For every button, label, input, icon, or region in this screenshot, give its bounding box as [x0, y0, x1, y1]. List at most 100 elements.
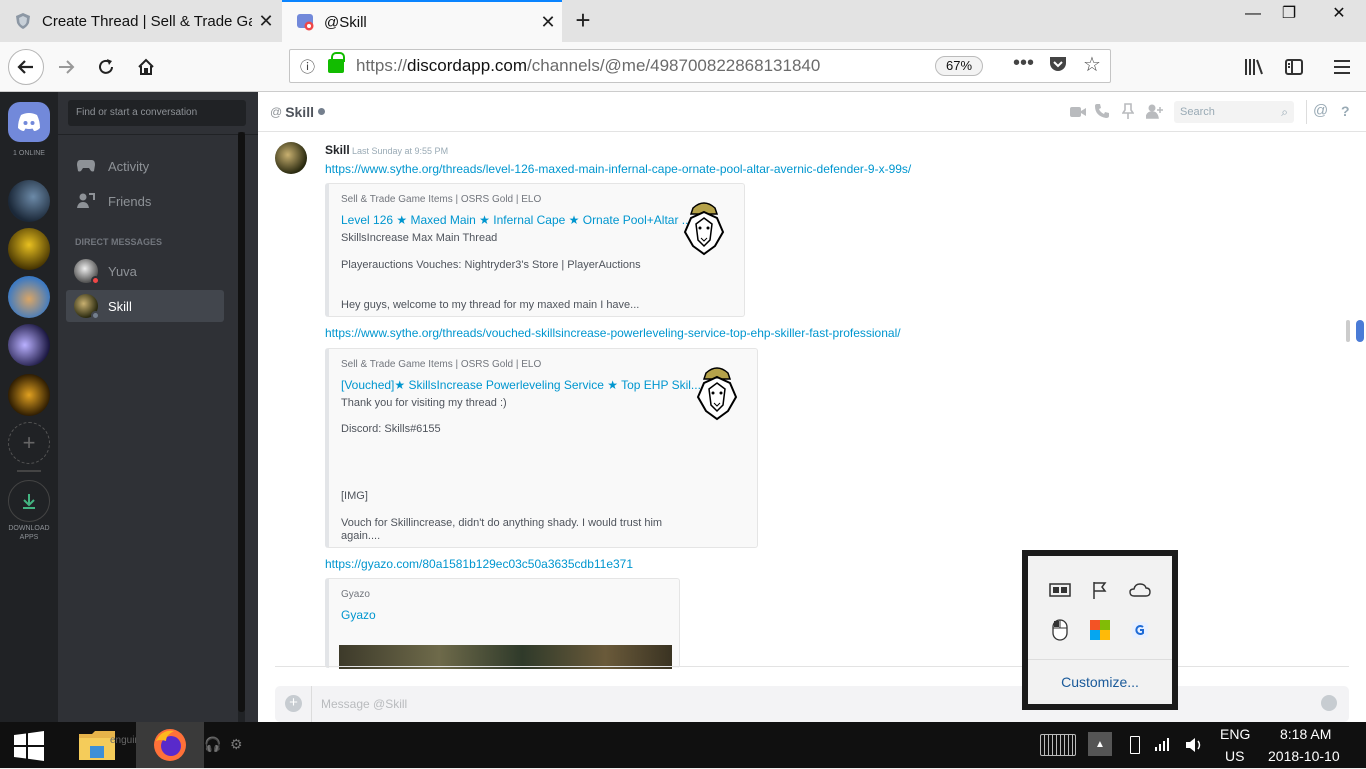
menu-button[interactable]: [1326, 51, 1358, 83]
embed-provider[interactable]: Gyazo: [341, 589, 370, 600]
server-icon[interactable]: [8, 180, 50, 222]
flag-icon[interactable]: [1088, 578, 1112, 602]
mouse-icon[interactable]: [1048, 618, 1072, 642]
tab-skill[interactable]: @Skill ✕: [282, 0, 562, 42]
tab-title: @Skill: [324, 13, 367, 31]
clock-time[interactable]: 8:18 AM: [1280, 726, 1331, 742]
network-icon[interactable]: [1154, 736, 1170, 757]
bookmark-star-icon[interactable]: ☆: [1083, 52, 1101, 77]
tab-bar: Create Thread | Sell & Trade Ga ✕ @Skill…: [0, 0, 1366, 42]
reload-button[interactable]: [90, 51, 122, 83]
home-button[interactable]: [130, 51, 162, 83]
dm-item-skill[interactable]: Skill: [66, 290, 224, 322]
chat-scrollbar[interactable]: [1344, 140, 1352, 666]
nav-friends[interactable]: Friends: [66, 185, 222, 217]
page-scroll-thumb[interactable]: [1356, 320, 1364, 342]
zoom-level[interactable]: 67%: [935, 56, 983, 76]
language-indicator-top[interactable]: ENG: [1220, 726, 1250, 742]
scrollbar[interactable]: [238, 132, 245, 722]
search-input[interactable]: Search ⌕: [1174, 101, 1294, 123]
message-avatar[interactable]: [275, 142, 307, 174]
avast-icon[interactable]: [1088, 618, 1112, 642]
discord-logo-icon: [18, 113, 40, 131]
video-call-icon[interactable]: [1070, 105, 1086, 123]
dual-monitor-icon[interactable]: [1048, 578, 1072, 602]
message-link[interactable]: https://www.sythe.org/threads/vouched-sk…: [325, 326, 901, 340]
show-hidden-icons-button[interactable]: ▲: [1088, 732, 1112, 756]
dm-name: Yuva: [108, 263, 137, 279]
embed-title[interactable]: [Vouched]★ SkillsIncrease Powerleveling …: [341, 378, 701, 392]
touch-keyboard-icon[interactable]: [1040, 734, 1076, 756]
download-apps-button[interactable]: [8, 480, 50, 522]
discord-home-button[interactable]: [8, 102, 50, 142]
divider: [275, 666, 1349, 667]
volume-icon[interactable]: [1184, 736, 1204, 759]
firefox-taskbar-button[interactable]: [136, 722, 204, 768]
clock-date[interactable]: 2018-10-10: [1268, 748, 1340, 764]
add-friend-icon[interactable]: [1145, 103, 1164, 124]
help-icon[interactable]: ?: [1341, 103, 1350, 119]
voice-call-icon[interactable]: [1094, 103, 1110, 124]
tray-overflow-popup: Customize...: [1022, 550, 1178, 710]
message-composer[interactable]: + Message @Skill: [275, 686, 1349, 722]
tab-create-thread[interactable]: Create Thread | Sell & Trade Ga ✕: [0, 0, 280, 42]
link-embed: Gyazo Gyazo: [325, 578, 680, 669]
embed-thumbnail-lion[interactable]: [692, 359, 742, 421]
online-count: 1 ONLINE: [13, 150, 45, 157]
embed-thumbnail-lion[interactable]: [679, 194, 729, 256]
customize-link[interactable]: Customize...: [1028, 674, 1172, 690]
battery-icon[interactable]: [1130, 736, 1140, 754]
gyazo-icon[interactable]: [1128, 618, 1152, 642]
server-icon[interactable]: [8, 324, 50, 366]
dnd-status-icon: [91, 276, 100, 285]
upload-icon[interactable]: +: [285, 695, 302, 712]
windows-start-icon[interactable]: [12, 730, 46, 767]
dm-item-yuva[interactable]: Yuva: [66, 255, 222, 287]
embed-title[interactable]: Gyazo: [341, 608, 376, 622]
new-tab-button[interactable]: +: [568, 6, 598, 36]
at-symbol: @: [270, 104, 283, 119]
embed-provider[interactable]: Sell & Trade Game Items | OSRS Gold | EL…: [341, 359, 541, 370]
pocket-icon[interactable]: [1048, 55, 1068, 78]
server-icon[interactable]: [8, 276, 50, 318]
add-server-button[interactable]: +: [8, 422, 50, 464]
forward-button[interactable]: [50, 51, 82, 83]
settings-gear-icon[interactable]: ⚙: [230, 736, 243, 753]
page-actions-icon[interactable]: •••: [1013, 52, 1034, 75]
direct-messages-header: DIRECT MESSAGES: [75, 237, 163, 247]
close-tab-icon[interactable]: ✕: [252, 11, 280, 32]
download-icon: [23, 494, 35, 509]
library-button[interactable]: [1238, 51, 1270, 83]
close-window-button[interactable]: ✕: [1312, 0, 1366, 30]
nav-activity[interactable]: Activity: [66, 150, 222, 182]
nav-label: Activity: [108, 158, 150, 174]
url-text[interactable]: https://discordapp.com/channels/@me/4987…: [356, 56, 820, 76]
embed-provider[interactable]: Sell & Trade Game Items | OSRS Gold | EL…: [341, 194, 541, 205]
info-icon[interactable]: ⓘ: [300, 56, 322, 77]
offline-status-icon: [91, 311, 100, 320]
mentions-icon[interactable]: @: [1313, 102, 1328, 119]
sidebar-icon: [1285, 59, 1303, 75]
emoji-icon[interactable]: [1321, 695, 1337, 711]
close-tab-icon[interactable]: ✕: [534, 12, 562, 33]
nav-label: Friends: [108, 193, 152, 209]
friends-icon: [74, 189, 98, 213]
headset-icon[interactable]: 🎧: [204, 736, 221, 753]
dm-name: Skill: [108, 298, 132, 314]
maximize-button[interactable]: ❐: [1266, 0, 1312, 30]
divider: [1028, 659, 1172, 660]
server-icon-ez-gold[interactable]: [8, 374, 50, 416]
pin-icon[interactable]: [1121, 103, 1135, 124]
back-button[interactable]: [8, 49, 44, 85]
cloud-icon[interactable]: [1128, 578, 1152, 602]
message-link[interactable]: https://www.sythe.org/threads/level-126-…: [325, 162, 911, 176]
server-icon-misfits[interactable]: [8, 228, 50, 270]
embed-title[interactable]: Level 126 ★ Maxed Main ★ Infernal Cape ★…: [341, 213, 692, 227]
sidebar-button[interactable]: [1278, 51, 1310, 83]
message-link[interactable]: https://gyazo.com/80a1581b129ec03c50a363…: [325, 557, 633, 571]
lock-icon[interactable]: [328, 52, 345, 73]
language-indicator-bottom[interactable]: US: [1225, 748, 1244, 764]
find-conversation-input[interactable]: Find or start a conversation: [68, 100, 246, 126]
url-bar[interactable]: ⓘ https://discordapp.com/channels/@me/49…: [289, 49, 1111, 83]
message-author[interactable]: Skill: [325, 143, 350, 157]
